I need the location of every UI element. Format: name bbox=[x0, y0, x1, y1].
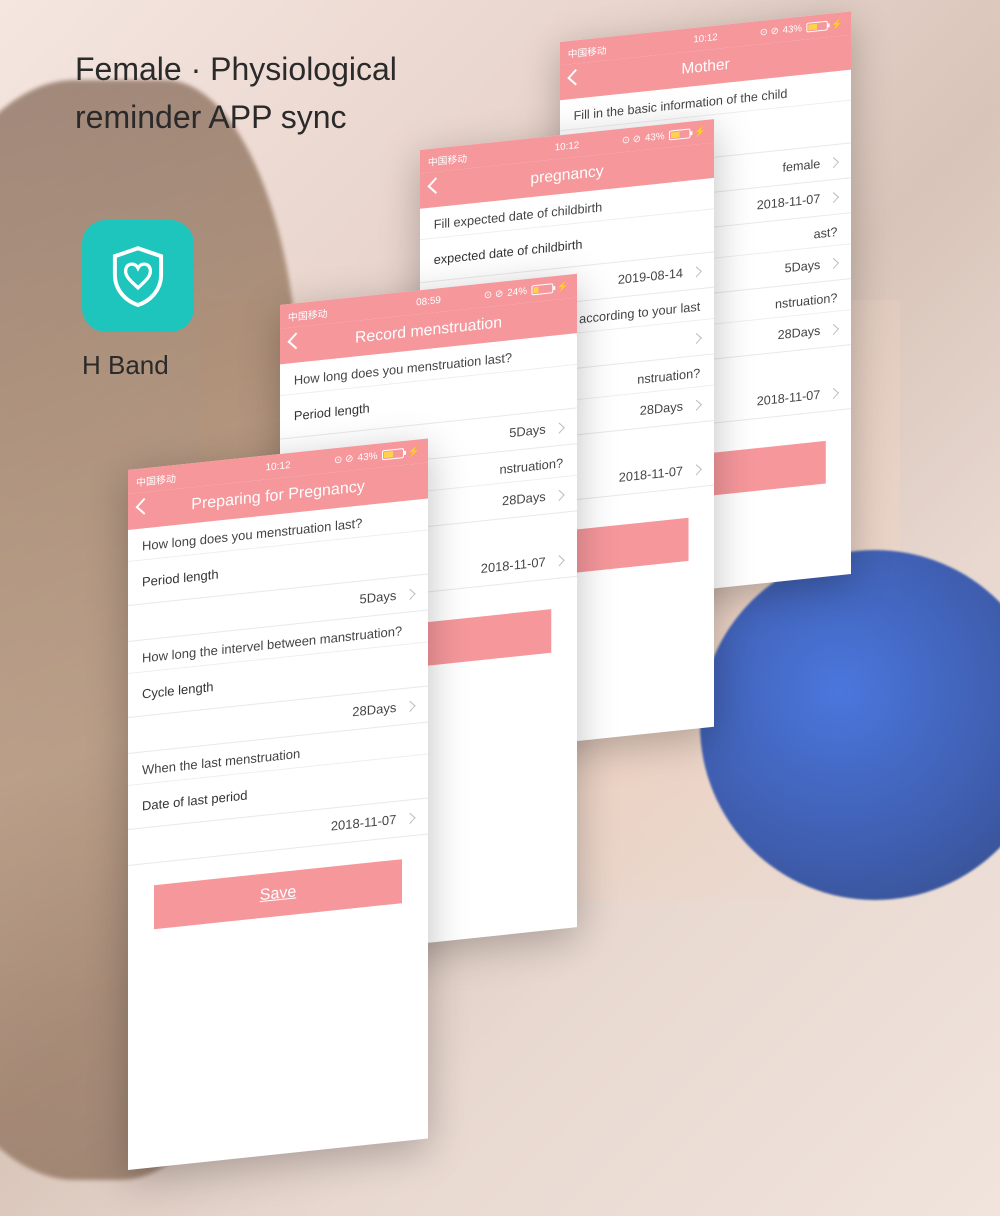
app-name: H Band bbox=[82, 350, 194, 381]
birth-value: 2018-11-07 bbox=[757, 191, 821, 212]
back-icon[interactable] bbox=[136, 498, 153, 515]
cycle-value: 28Days bbox=[352, 700, 396, 720]
expected-value: 2019-08-14 bbox=[618, 265, 683, 287]
cycle-value: 28Days bbox=[640, 399, 683, 418]
chevron-right-icon bbox=[691, 400, 702, 411]
cycle-value: 28Days bbox=[778, 323, 821, 342]
shield-heart-icon bbox=[105, 243, 171, 309]
period-value: 5Days bbox=[509, 422, 545, 441]
chevron-right-icon bbox=[691, 333, 702, 344]
headline: Female · Physiological reminder APP sync bbox=[75, 45, 397, 141]
headline-line2: reminder APP sync bbox=[75, 93, 397, 141]
headline-line1: Female · Physiological bbox=[75, 45, 397, 93]
chevron-right-icon bbox=[554, 555, 565, 566]
cycle-value: 28Days bbox=[502, 489, 546, 508]
chevron-right-icon bbox=[828, 324, 839, 335]
period-value: 5Days bbox=[360, 588, 397, 607]
chevron-right-icon bbox=[828, 388, 839, 399]
gender-value: female bbox=[782, 156, 820, 175]
period-value: 5Days bbox=[785, 257, 821, 275]
chevron-right-icon bbox=[691, 266, 702, 277]
chevron-right-icon bbox=[554, 423, 565, 434]
date-value: 2018-11-07 bbox=[757, 387, 821, 408]
chevron-right-icon bbox=[828, 157, 839, 168]
app-icon bbox=[82, 220, 194, 332]
chevron-right-icon bbox=[404, 701, 415, 712]
date-value: 2018-11-07 bbox=[481, 554, 546, 576]
nav-title: Mother bbox=[681, 56, 729, 79]
chevron-right-icon bbox=[404, 813, 415, 824]
nav-title: Record menstruation bbox=[355, 314, 502, 347]
app-badge: H Band bbox=[82, 220, 194, 381]
back-icon[interactable] bbox=[427, 177, 444, 194]
date-value: 2018-11-07 bbox=[619, 463, 683, 484]
date-value: 2018-11-07 bbox=[331, 812, 397, 834]
chevron-right-icon bbox=[404, 589, 415, 600]
back-icon[interactable] bbox=[287, 333, 304, 350]
chevron-right-icon bbox=[554, 490, 565, 501]
nav-title: pregnancy bbox=[530, 163, 603, 188]
phone-screen-preparing: 中国移动 10:12 ⊙ ⊘ 43% ⚡ Preparing for Pregn… bbox=[128, 438, 428, 1170]
chevron-right-icon bbox=[691, 464, 702, 475]
save-label: Save bbox=[260, 883, 296, 905]
chevron-right-icon bbox=[828, 192, 839, 203]
save-button[interactable]: Save bbox=[154, 859, 402, 929]
chevron-right-icon bbox=[828, 258, 839, 269]
back-icon[interactable] bbox=[567, 69, 583, 85]
